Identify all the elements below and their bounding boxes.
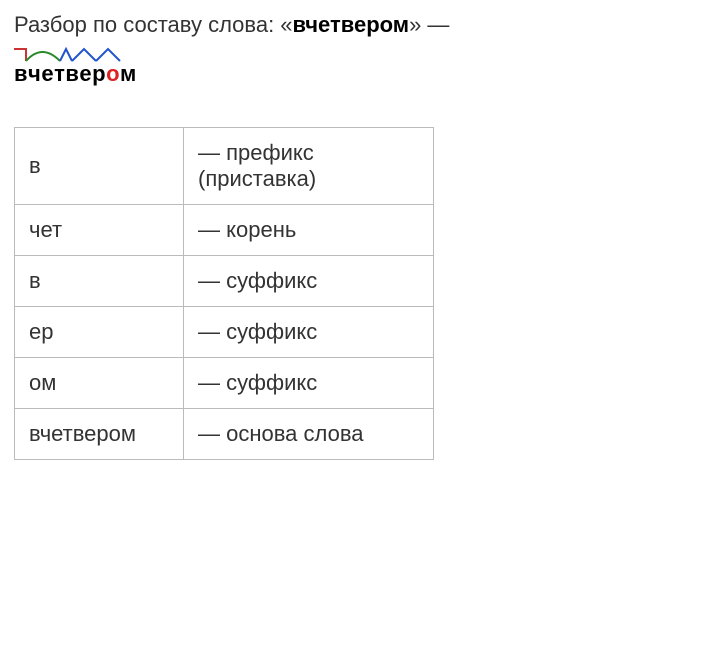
- char-highlight: о: [106, 61, 120, 87]
- morpheme-desc: суффикс: [184, 357, 434, 408]
- table-row: в префикс (приставка): [15, 127, 434, 204]
- morpheme-desc: суффикс: [184, 255, 434, 306]
- morpheme-desc: корень: [184, 204, 434, 255]
- prefix-marker-icon: [14, 49, 26, 61]
- morpheme-part: в: [15, 255, 184, 306]
- root-arc-icon: [26, 52, 60, 61]
- heading: Разбор по составу слова: «вчетвером» —: [14, 10, 704, 41]
- morpheme-desc: суффикс: [184, 306, 434, 357]
- morpheme-desc: основа слова: [184, 408, 434, 459]
- char: е: [41, 61, 54, 87]
- table-row: ом суффикс: [15, 357, 434, 408]
- heading-word: вчетвером: [293, 12, 410, 37]
- table-row: ер суффикс: [15, 306, 434, 357]
- morpheme-desc: префикс (приставка): [184, 127, 434, 204]
- char: м: [120, 61, 137, 87]
- table-row: чет корень: [15, 204, 434, 255]
- char: в: [14, 61, 28, 87]
- morpheme-part: ер: [15, 306, 184, 357]
- table-row: вчетвером основа слова: [15, 408, 434, 459]
- morpheme-part: вчетвером: [15, 408, 184, 459]
- char: в: [65, 61, 79, 87]
- suffix-chevron-icon: [72, 49, 96, 61]
- morpheme-part: ом: [15, 357, 184, 408]
- morpheme-word: вчетвером: [14, 61, 137, 87]
- morpheme-part: в: [15, 127, 184, 204]
- heading-suffix: » —: [409, 12, 449, 37]
- char: р: [92, 61, 106, 87]
- morpheme-table: в префикс (приставка) чет корень в суффи…: [14, 127, 434, 460]
- suffix-chevron-icon: [60, 49, 72, 61]
- heading-prefix: Разбор по составу слова: «: [14, 12, 293, 37]
- suffix-chevron-icon: [96, 49, 120, 61]
- char: т: [54, 61, 65, 87]
- morpheme-part: чет: [15, 204, 184, 255]
- char: е: [79, 61, 92, 87]
- char: ч: [28, 61, 41, 87]
- table-row: в суффикс: [15, 255, 434, 306]
